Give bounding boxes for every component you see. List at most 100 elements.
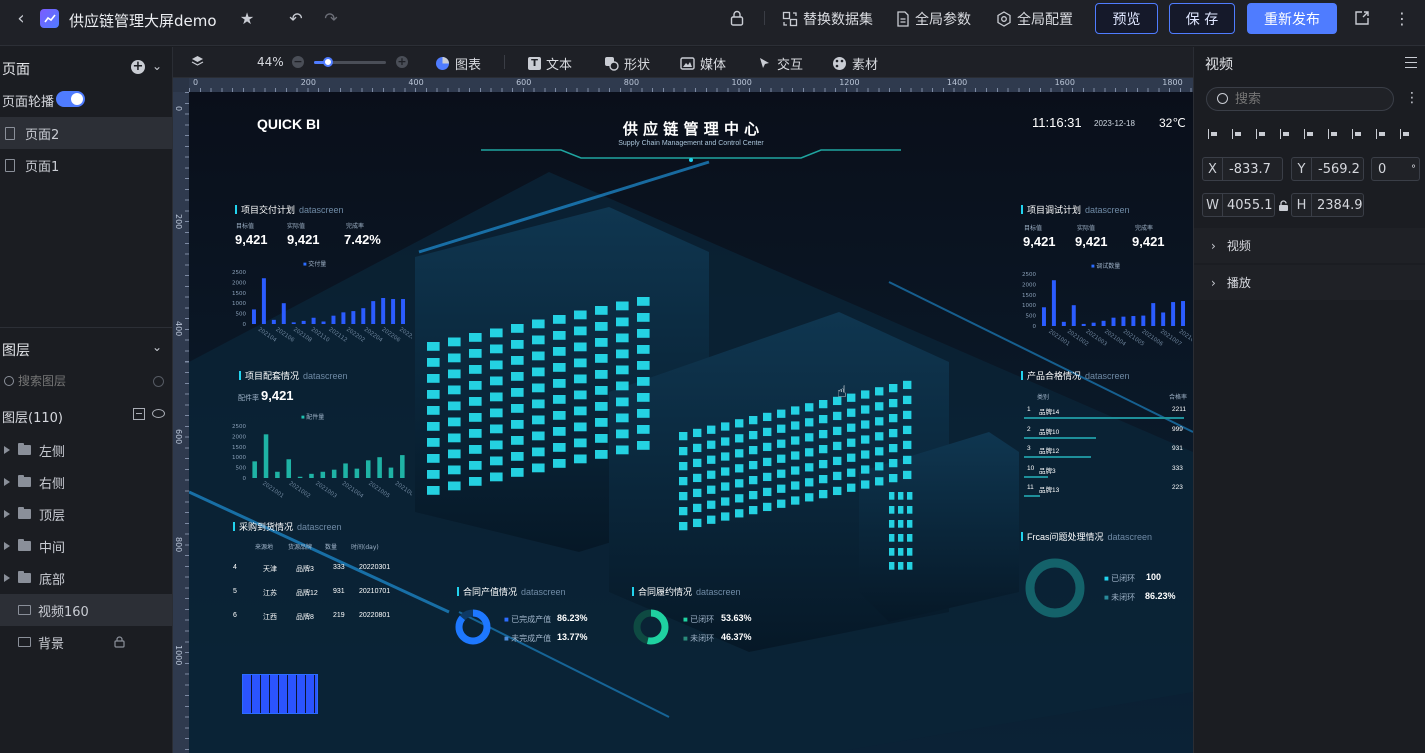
add-page-icon[interactable]: + <box>131 60 145 74</box>
x-tick-label: 202104 <box>257 327 278 344</box>
ruler-label: 600 <box>516 78 532 87</box>
height-field[interactable]: H 2384.9 <box>1291 193 1364 217</box>
rotation-field[interactable]: 0 ° <box>1371 157 1420 181</box>
save-button[interactable]: 保 存 <box>1169 3 1235 34</box>
bar <box>1091 322 1096 326</box>
expand-icon[interactable] <box>4 542 10 550</box>
layer-group-left[interactable]: 左侧 <box>0 434 172 466</box>
layer-group-bottom[interactable]: 底部 <box>0 562 172 594</box>
toolbar-shape[interactable]: 形状 <box>604 54 650 73</box>
layer-group-top[interactable]: 顶层 <box>0 498 172 530</box>
layer-item-video[interactable]: 视频160 <box>0 594 172 626</box>
y-tick-label: 0 <box>243 322 247 328</box>
toolbar-chart[interactable]: 图表 <box>435 54 481 73</box>
window <box>805 433 814 442</box>
window <box>898 534 904 542</box>
more-icon[interactable]: ⋮ <box>1405 90 1419 106</box>
loading-icon <box>153 376 164 387</box>
expand-icon[interactable] <box>4 446 10 454</box>
distribute-right-icon[interactable] <box>1328 129 1338 139</box>
window <box>679 492 688 501</box>
zoom-slider-knob[interactable] <box>323 57 334 67</box>
section-video[interactable]: › 视频 <box>1194 228 1425 263</box>
toolbar-media[interactable]: 媒体 <box>680 54 726 73</box>
global-params-button[interactable]: 全局参数 <box>896 9 971 29</box>
align-right-icon[interactable] <box>1256 129 1266 139</box>
window <box>819 460 828 469</box>
more-icon[interactable]: ⋮ <box>1394 9 1410 28</box>
panel-title-contract-fulfillment: 合同履约情况 datascreen <box>632 585 741 598</box>
section-playback[interactable]: › 播放 <box>1194 265 1425 300</box>
lock-ratio-icon[interactable] <box>1278 200 1289 212</box>
window <box>532 367 545 377</box>
search-icon <box>1217 93 1228 104</box>
align-left-icon[interactable] <box>1208 129 1218 139</box>
x-field[interactable]: X -833.7 <box>1202 157 1283 181</box>
undo-icon[interactable]: ↶ <box>287 9 305 28</box>
toolbar-assets[interactable]: 素材 <box>832 54 878 73</box>
collapse-all-icon[interactable] <box>133 408 145 420</box>
table-cell: 219 <box>333 612 345 619</box>
section-label: 视频 <box>1226 239 1251 253</box>
chart-legend: ■ 交付量 <box>303 262 327 268</box>
expand-icon[interactable] <box>4 574 10 582</box>
back-icon[interactable]: ‹ <box>12 8 30 29</box>
layer-group-right[interactable]: 右侧 <box>0 466 172 498</box>
bar <box>281 303 286 324</box>
toolbar-text[interactable]: T 文本 <box>528 54 572 73</box>
chevron-down-icon[interactable]: ⌄ <box>152 340 162 354</box>
search-input[interactable] <box>1235 90 1385 108</box>
zoom-slider[interactable] <box>314 57 386 67</box>
preview-button[interactable]: 预览 <box>1095 3 1158 34</box>
zoom-out-icon[interactable]: − <box>292 56 304 68</box>
progress-bar <box>1024 456 1092 458</box>
republish-button[interactable]: 重新发布 <box>1247 3 1337 34</box>
pages-title: 页面 <box>2 62 30 78</box>
window <box>490 392 503 402</box>
align-bottom-icon[interactable] <box>1400 129 1410 139</box>
column-header: 货源品牌 <box>288 544 313 551</box>
lock-icon[interactable] <box>114 636 125 648</box>
toolbar-interaction[interactable]: 交互 <box>757 54 803 73</box>
window <box>511 372 524 381</box>
expand-icon[interactable] <box>4 510 10 518</box>
align-middle-icon[interactable] <box>1376 129 1386 139</box>
zoom-in-icon[interactable]: + <box>396 56 408 68</box>
window <box>532 335 545 345</box>
layer-group-middle[interactable]: 中间 <box>0 530 172 562</box>
star-icon[interactable]: ★ <box>238 9 256 28</box>
chevron-right-icon: › <box>1211 238 1216 253</box>
lock-icon[interactable] <box>729 10 745 26</box>
redo-icon[interactable]: ↷ <box>322 9 340 28</box>
distribute-left-icon[interactable] <box>1280 129 1290 139</box>
search-box[interactable] <box>1206 87 1394 111</box>
share-icon[interactable] <box>1354 10 1370 26</box>
global-config-button[interactable]: 全局配置 <box>996 9 1073 29</box>
layers-icon[interactable] <box>191 55 204 68</box>
y-tick-label: 2000 <box>232 434 246 440</box>
replace-dataset-button[interactable]: 替换数据集 <box>782 9 873 29</box>
width-field[interactable]: W 4055.1 <box>1202 193 1275 217</box>
align-top-icon[interactable] <box>1352 129 1362 139</box>
procurement-table: 来源地 货源品牌 数量 时间(day) 4 天津 品牌3 333 20220301 5 江苏 品牌12… <box>229 542 409 636</box>
align-center-h-icon[interactable] <box>1232 129 1242 139</box>
window <box>791 481 800 490</box>
bar <box>1041 307 1046 326</box>
window <box>553 347 566 356</box>
window <box>721 482 730 491</box>
window <box>553 395 566 404</box>
layer-item-background[interactable]: 背景 <box>0 626 172 658</box>
window <box>805 463 814 472</box>
y-field[interactable]: Y -569.2 <box>1291 157 1364 181</box>
carousel-toggle[interactable] <box>56 91 85 107</box>
page-item-1[interactable]: 页面1 <box>0 149 172 181</box>
distribute-center-icon[interactable] <box>1304 129 1314 139</box>
eye-icon[interactable] <box>152 409 165 418</box>
canvas[interactable]: QUICK BI 供 应 链 管 理 中 心 Supply Chain Mana… <box>189 92 1193 753</box>
page-item-2[interactable]: 页面2 <box>0 117 172 149</box>
chevron-down-icon[interactable]: ⌄ <box>152 59 162 73</box>
page-item-label: 页面2 <box>25 127 60 143</box>
layer-search-input[interactable] <box>18 371 148 391</box>
panel-menu-icon[interactable] <box>1405 57 1417 68</box>
expand-icon[interactable] <box>4 478 10 486</box>
